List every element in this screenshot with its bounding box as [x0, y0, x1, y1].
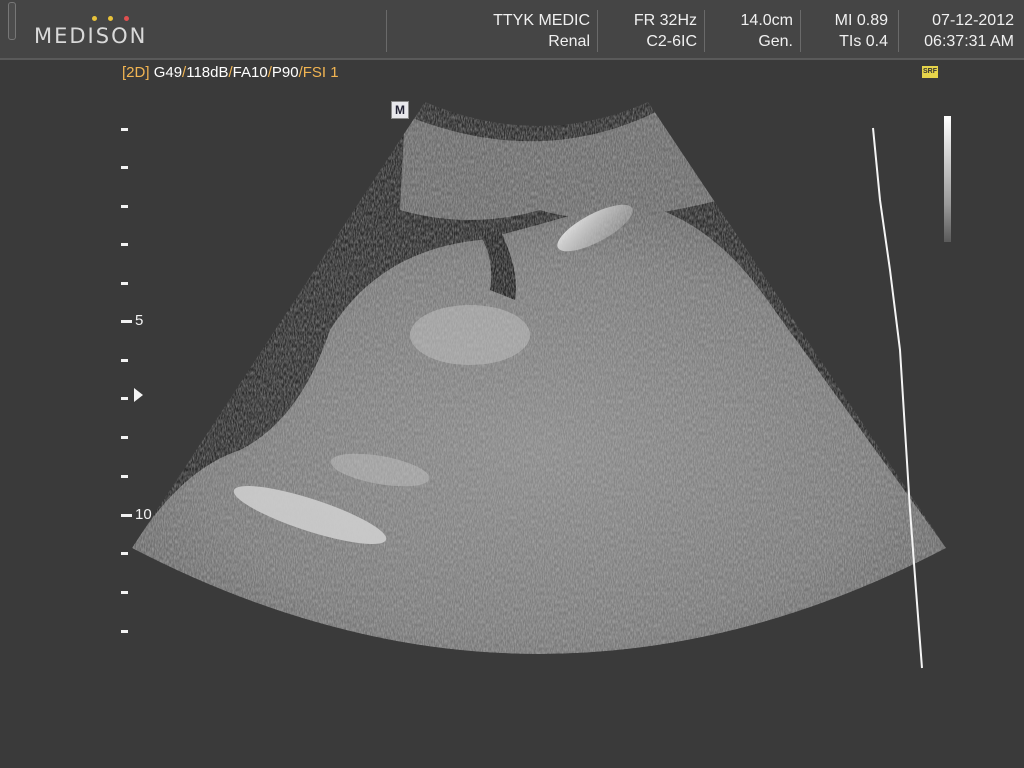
gain: G49 — [153, 64, 183, 81]
mechanical-index: MI 0.89 — [834, 12, 888, 29]
frame-avg: FA10 — [232, 64, 268, 81]
logo-dot — [108, 16, 113, 21]
depth-tick — [121, 436, 128, 439]
datetime-block: 07-12-2012 06:37:31 AM — [924, 10, 1014, 52]
application: Renal — [548, 33, 590, 50]
depth-tick — [121, 282, 128, 285]
brand-logo: MEDISON — [34, 24, 148, 48]
divider — [898, 10, 899, 52]
depth-tick — [121, 630, 128, 633]
institution: TTYK MEDIC — [493, 12, 590, 29]
orientation-marker: M — [391, 101, 409, 119]
depth-block: 14.0cm Gen. — [741, 10, 793, 52]
dynamic-range: 118dB — [186, 64, 229, 81]
logo-dot — [92, 16, 97, 21]
depth-label-10: 10 — [135, 506, 152, 523]
mode: Gen. — [758, 33, 793, 50]
logo-dot — [124, 16, 129, 21]
depth-tick — [121, 591, 128, 594]
srf-badge: SRF — [922, 66, 938, 78]
imaging-params: [2D] G49/118dB/FA10/P90/FSI 1 — [122, 64, 339, 81]
divider — [386, 10, 387, 52]
grayscale-bar — [944, 116, 951, 242]
divider — [800, 10, 801, 52]
window-grip[interactable] — [8, 2, 16, 40]
institution-block: TTYK MEDIC Renal — [493, 10, 590, 52]
probe-block: FR 32Hz C2-6IC — [634, 10, 697, 52]
date: 07-12-2012 — [932, 12, 1014, 29]
time: 06:37:31 AM — [924, 33, 1014, 50]
ultrasound-image — [132, 102, 946, 669]
mode-tag: [2D] — [122, 64, 150, 81]
power: P90 — [271, 64, 299, 81]
depth-tick — [121, 552, 128, 555]
depth: 14.0cm — [740, 12, 793, 29]
frame-rate: FR 32Hz — [633, 12, 697, 29]
index-block: MI 0.89 TIs 0.4 — [835, 10, 888, 52]
depth-tick — [121, 475, 128, 478]
depth-tick — [121, 243, 128, 246]
thermal-index: TIs 0.4 — [839, 33, 888, 50]
divider — [704, 10, 705, 52]
divider — [597, 10, 598, 52]
depth-tick — [121, 205, 128, 208]
depth-tick — [121, 359, 128, 362]
depth-tick — [121, 514, 132, 517]
focus-marker-icon[interactable] — [134, 388, 143, 402]
depth-tick — [121, 128, 128, 131]
depth-tick — [121, 166, 128, 169]
trace-line — [872, 127, 923, 669]
probe: C2-6IC — [646, 33, 697, 50]
depth-tick — [121, 397, 128, 400]
fsi: FSI 1 — [302, 64, 339, 81]
depth-tick — [121, 320, 132, 323]
depth-label-5: 5 — [135, 312, 144, 329]
header-bar: MEDISON TTYK MEDIC Renal FR 32Hz C2-6IC … — [0, 0, 1024, 60]
